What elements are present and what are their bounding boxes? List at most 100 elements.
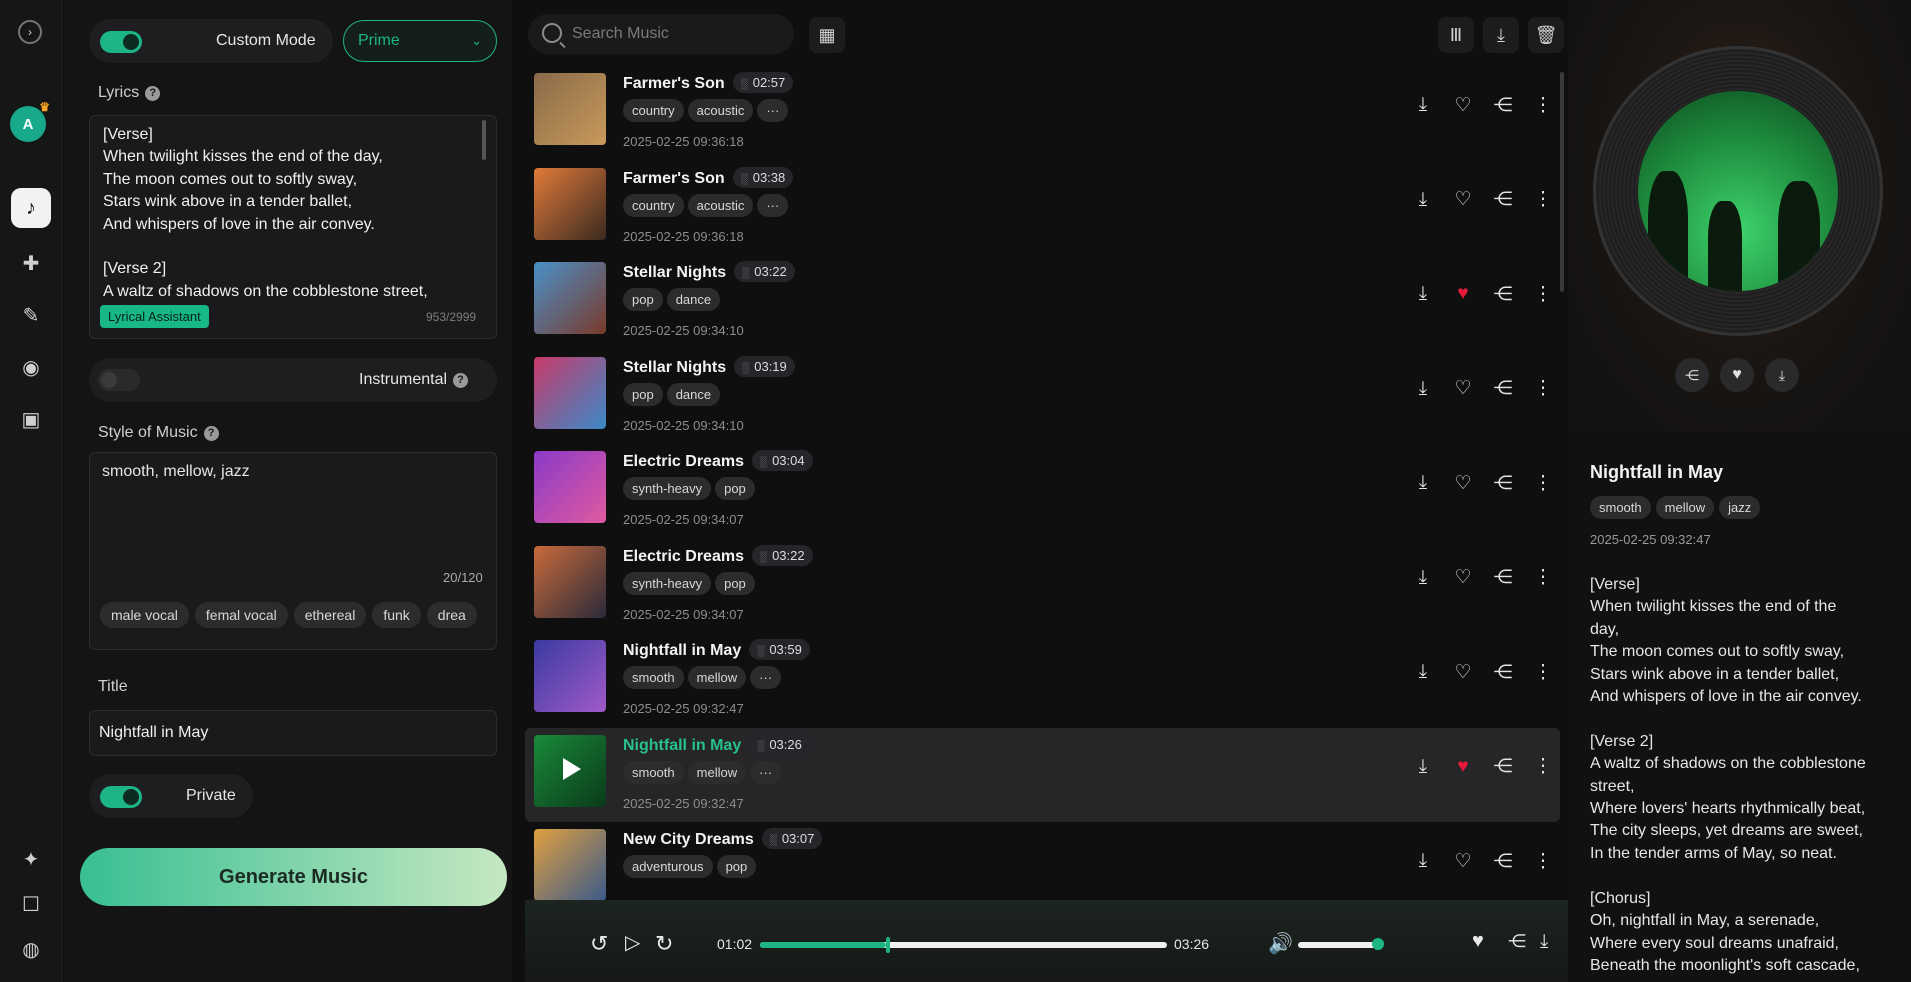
song-row[interactable]: Stellar Nights03:19 popdance 2025-02-25 09…	[525, 350, 1560, 444]
song-row[interactable]: Farmer's Son02:57 countryacoustic··· 2025-…	[525, 66, 1560, 160]
tag-chip[interactable]: mellow	[1655, 496, 1715, 519]
download-icon[interactable]: ⤓	[1408, 657, 1438, 687]
instrumental-toggle[interactable]	[98, 369, 140, 391]
song-title[interactable]: Stellar Nights03:19	[623, 355, 795, 377]
song-cover[interactable]	[534, 167, 606, 240]
song-cover[interactable]	[534, 829, 606, 901]
progress-knob[interactable]	[886, 937, 891, 953]
style-chip[interactable]: femal vocal	[194, 602, 288, 628]
song-cover[interactable]	[534, 262, 606, 334]
share-icon[interactable]: ⋲	[1488, 279, 1518, 309]
search-input[interactable]: Search Music	[528, 14, 794, 54]
download-icon[interactable]: ⤓	[1408, 846, 1438, 876]
tag-chip[interactable]: acoustic	[687, 99, 754, 122]
song-row[interactable]: Nightfall in May03:59 smoothmellow··· 2025…	[525, 633, 1560, 727]
heart-icon[interactable]: ♡	[1448, 846, 1478, 876]
heart-icon[interactable]: ♡	[1448, 185, 1478, 215]
calendar-filter-icon[interactable]: ▦	[809, 17, 845, 53]
tag-chip[interactable]: smooth	[623, 760, 684, 784]
song-row[interactable]: Farmer's Son03:38 countryacoustic··· 2025-…	[525, 161, 1560, 255]
heart-icon[interactable]: ♥	[1448, 752, 1478, 782]
tag-chip[interactable]: ···	[750, 760, 782, 784]
share-icon[interactable]: ⋲	[1508, 931, 1526, 952]
song-title[interactable]: Nightfall in May03:26	[623, 733, 810, 755]
progress-bar[interactable]	[760, 937, 1167, 953]
song-cover[interactable]	[534, 73, 606, 145]
tag-chip[interactable]: pop	[715, 571, 755, 595]
more-icon[interactable]: ⋮	[1528, 846, 1558, 876]
volume-knob[interactable]	[1372, 938, 1384, 950]
heart-icon[interactable]: ♡	[1448, 374, 1478, 404]
song-title[interactable]: Stellar Nights03:22	[623, 261, 795, 282]
share-icon[interactable]: ⋲	[1488, 846, 1518, 876]
generate-music-button[interactable]: Generate Music	[80, 848, 507, 906]
library-icon[interactable]: Ⅲ	[1438, 17, 1474, 53]
help-icon[interactable]: ?	[453, 372, 469, 388]
more-icon[interactable]: ⋮	[1528, 279, 1558, 309]
tag-chip[interactable]: dance	[666, 288, 721, 311]
heart-icon[interactable]: ♥	[1448, 279, 1478, 309]
help-icon[interactable]: ?	[203, 425, 219, 441]
rewind-icon[interactable]: ↺	[590, 931, 608, 957]
voice-icon[interactable]: ◉	[11, 347, 51, 387]
download-icon[interactable]: ⤓	[1408, 185, 1438, 215]
song-cover[interactable]	[534, 356, 606, 429]
tag-chip[interactable]: smooth	[623, 666, 684, 689]
style-value[interactable]: smooth, mellow, jazz	[102, 463, 250, 481]
share-icon[interactable]: ⋲	[1488, 752, 1518, 782]
tag-chip[interactable]: jazz	[1719, 496, 1761, 519]
download-icon[interactable]: ⤓	[1408, 279, 1438, 309]
heart-icon[interactable]: ♡	[1448, 468, 1478, 498]
heart-icon[interactable]: ♡	[1448, 90, 1478, 120]
private-toggle[interactable]	[100, 786, 142, 808]
lyrics-icon[interactable]: ✎	[11, 295, 51, 335]
share-icon[interactable]: ⋲	[1488, 374, 1518, 404]
title-input[interactable]: Nightfall in May	[89, 710, 497, 756]
download-icon[interactable]: ⤓	[1540, 931, 1548, 953]
share-icon[interactable]: ⋲	[1488, 185, 1518, 215]
song-row[interactable]: Electric Dreams03:22 synth-heavypop 2025-0…	[525, 539, 1560, 633]
song-cover[interactable]	[534, 545, 606, 618]
tag-chip[interactable]: mellow	[687, 666, 747, 689]
song-row[interactable]: Stellar Nights03:22 popdance 2025-02-25 09…	[525, 255, 1560, 349]
trash-icon[interactable]: 🗑	[1528, 17, 1564, 53]
tag-chip[interactable]: pop	[716, 855, 757, 878]
chat-icon[interactable]: ☐	[11, 884, 51, 924]
share-icon[interactable]: ⋲	[1488, 468, 1518, 498]
song-title[interactable]: Nightfall in May03:59	[623, 639, 810, 660]
list-scrollbar[interactable]	[1560, 72, 1564, 292]
tag-chip[interactable]: pop	[623, 382, 663, 406]
heart-icon[interactable]: ♥	[1472, 930, 1484, 953]
sparkle-icon[interactable]: ✦	[11, 839, 51, 879]
lyrical-assistant-button[interactable]: Lyrical Assistant	[100, 305, 209, 328]
volume-slider[interactable]	[1298, 938, 1384, 950]
download-icon[interactable]: ⤓	[1408, 563, 1438, 593]
play-icon[interactable]: ▷	[625, 930, 640, 955]
lyrics-scrollbar[interactable]	[482, 120, 486, 160]
avatar[interactable]: A ♛	[10, 100, 50, 142]
tag-chip[interactable]: ···	[750, 666, 782, 689]
lyrics-text[interactable]: [Verse] When twilight kisses the end of …	[103, 124, 483, 304]
more-icon[interactable]: ⋮	[1528, 374, 1558, 404]
tag-chip[interactable]: mellow	[687, 760, 747, 784]
song-row[interactable]: Electric Dreams03:04 synth-heavypop 2025-0…	[525, 444, 1560, 538]
tag-chip[interactable]: synth-heavy	[623, 477, 712, 500]
tag-chip[interactable]: dance	[666, 382, 721, 406]
help-icon[interactable]: ?	[145, 85, 161, 101]
tag-chip[interactable]: ···	[757, 99, 789, 122]
share-icon[interactable]: ⋲	[1488, 657, 1518, 687]
expand-icon[interactable]: ›	[18, 20, 42, 44]
more-icon[interactable]: ⋮	[1528, 657, 1558, 687]
heart-icon[interactable]: ♥	[1720, 358, 1754, 392]
tag-chip[interactable]: country	[623, 193, 684, 217]
share-icon[interactable]: ⋲	[1488, 90, 1518, 120]
tag-chip[interactable]: pop	[715, 477, 755, 500]
video-icon[interactable]: ▣	[11, 399, 51, 439]
more-icon[interactable]: ⋮	[1528, 752, 1558, 782]
song-title[interactable]: Electric Dreams03:22	[623, 544, 813, 566]
tag-chip[interactable]: synth-heavy	[623, 571, 712, 595]
song-cover[interactable]	[534, 451, 606, 523]
more-icon[interactable]: ⋮	[1528, 563, 1558, 593]
download-icon[interactable]: ⤓	[1408, 468, 1438, 498]
tag-chip[interactable]: acoustic	[687, 193, 754, 217]
